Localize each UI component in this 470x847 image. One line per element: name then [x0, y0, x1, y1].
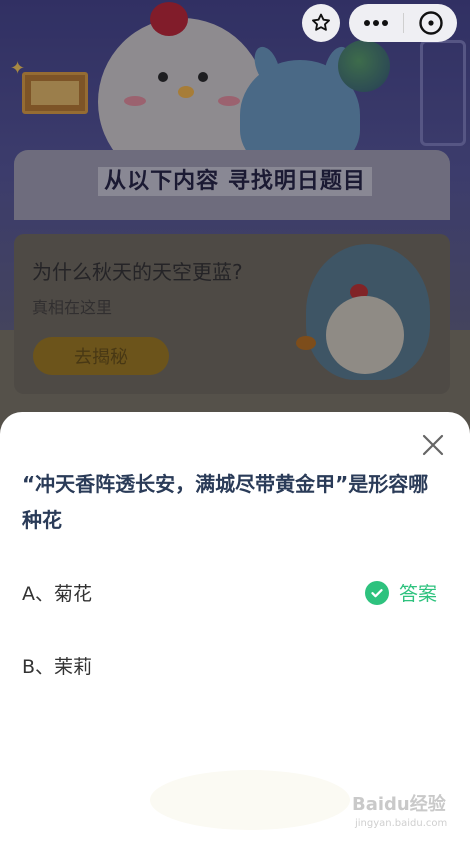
mini-program-capsule	[349, 4, 457, 42]
close-icon	[422, 434, 444, 456]
answer-label: 答案	[399, 583, 438, 605]
answer-indicator: 答案	[365, 579, 437, 606]
favorite-button[interactable]	[302, 4, 340, 42]
check-icon	[365, 580, 389, 605]
watermark-url: jingyan.baidu.com	[355, 818, 448, 829]
close-button[interactable]	[419, 431, 447, 459]
quiz-option-b[interactable]: B、茉莉	[22, 652, 92, 679]
watermark-logo: Baidu经验	[352, 794, 446, 815]
more-button[interactable]	[349, 4, 403, 42]
quiz-option-a[interactable]: A、菊花	[22, 579, 92, 606]
faint-decoration	[150, 770, 350, 830]
more-icon	[364, 20, 388, 26]
exit-button[interactable]	[404, 4, 457, 42]
star-icon	[312, 13, 330, 31]
quiz-question: “冲天香阵透长安，满城尽带黄金甲”是形容哪种花	[22, 472, 429, 532]
close-circle-icon	[418, 11, 443, 35]
